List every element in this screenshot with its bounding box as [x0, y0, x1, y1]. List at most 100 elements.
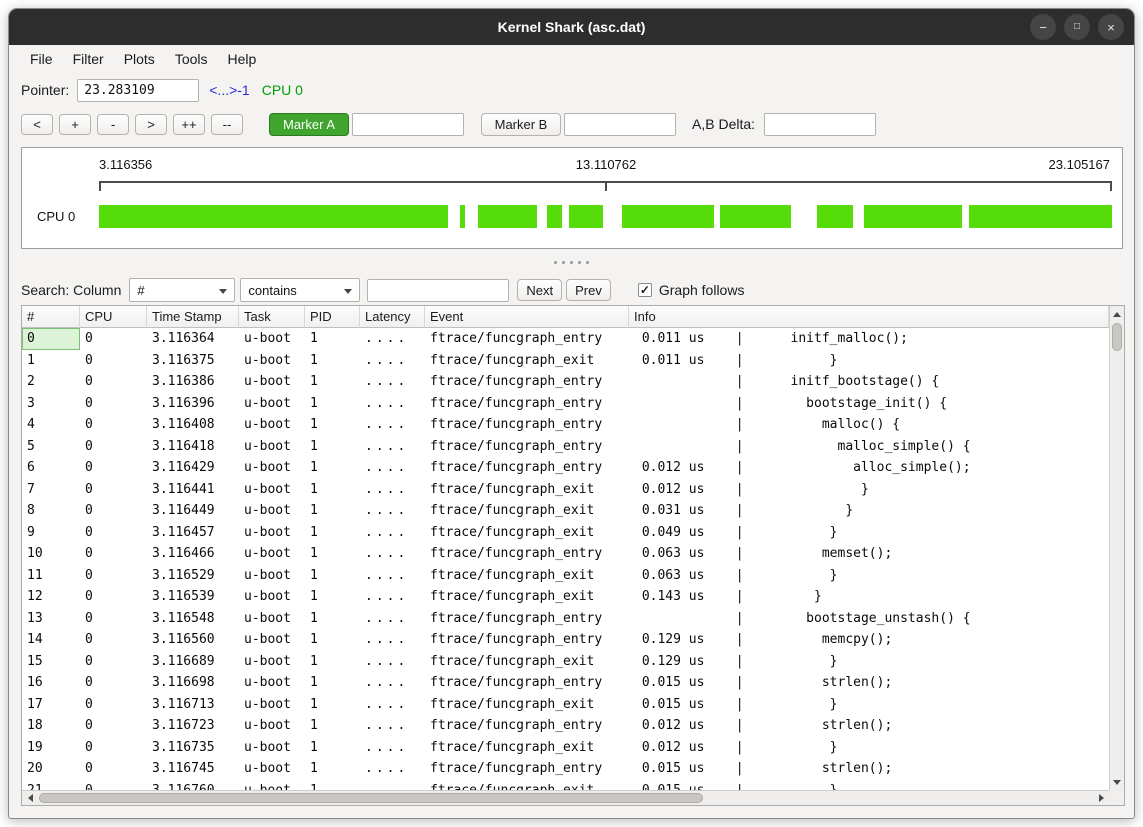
cpu-activity-segment[interactable]	[720, 205, 791, 228]
close-button[interactable]: ×	[1098, 14, 1124, 40]
table-cell: 0.015 us | strlen();	[629, 672, 1109, 694]
cpu-activity-segment[interactable]	[864, 205, 962, 228]
menu-item-plots[interactable]: Plots	[115, 48, 164, 70]
table-cell: u-boot	[239, 629, 305, 651]
table-row[interactable]: 103.116375u-boot1....ftrace/funcgraph_ex…	[22, 350, 1109, 372]
scroll-left-button[interactable]: <	[21, 114, 53, 135]
table-cell: u-boot	[239, 500, 305, 522]
marker-a-button[interactable]: Marker A	[269, 113, 349, 136]
table-row[interactable]: 303.116396u-boot1....ftrace/funcgraph_en…	[22, 393, 1109, 415]
minimize-button[interactable]: −	[1030, 14, 1056, 40]
table-cell: ....	[360, 522, 425, 544]
horizontal-scrollbar-thumb[interactable]	[39, 793, 703, 803]
column-header-pid[interactable]: PID	[305, 306, 360, 328]
menu-item-filter[interactable]: Filter	[64, 48, 113, 70]
chevron-down-icon	[219, 289, 227, 294]
zoom-nav-group: < +-> ++ --	[21, 114, 243, 135]
table-row[interactable]: 1503.116689u-boot1....ftrace/funcgraph_e…	[22, 651, 1109, 673]
table-cell: 2	[22, 371, 80, 393]
splitter-handle[interactable]	[9, 258, 1134, 266]
horizontal-scrollbar[interactable]	[22, 790, 1109, 805]
column-header-task[interactable]: Task	[239, 306, 305, 328]
scroll-left-icon[interactable]	[23, 791, 37, 805]
zoom-in-button[interactable]: +	[59, 114, 91, 135]
table-row[interactable]: 1903.116735u-boot1....ftrace/funcgraph_e…	[22, 737, 1109, 759]
table-cell: ftrace/funcgraph_exit	[425, 651, 629, 673]
table-row[interactable]: 803.116449u-boot1....ftrace/funcgraph_ex…	[22, 500, 1109, 522]
pointer-label: Pointer:	[21, 82, 69, 98]
table-cell: 1	[305, 414, 360, 436]
table-row[interactable]: 1703.116713u-boot1....ftrace/funcgraph_e…	[22, 694, 1109, 716]
zoom-out-button[interactable]: -	[97, 114, 129, 135]
scroll-right-button[interactable]: >	[135, 114, 167, 135]
marker-b-value-field[interactable]	[564, 113, 676, 136]
table-cell: ftrace/funcgraph_exit	[425, 737, 629, 759]
column-header-num[interactable]: #	[22, 306, 80, 328]
table-cell: 21	[22, 780, 80, 791]
graph-time-ruler[interactable]	[99, 181, 1112, 191]
table-row[interactable]: 1403.116560u-boot1....ftrace/funcgraph_e…	[22, 629, 1109, 651]
table-row[interactable]: 1203.116539u-boot1....ftrace/funcgraph_e…	[22, 586, 1109, 608]
table-row[interactable]: 1303.116548u-boot1....ftrace/funcgraph_e…	[22, 608, 1109, 630]
table-cell: 15	[22, 651, 80, 673]
pointer-value-field[interactable]: 23.283109	[77, 79, 199, 102]
search-condition-select[interactable]: contains	[240, 278, 360, 302]
cpu-activity-segment[interactable]	[99, 205, 448, 228]
table-row[interactable]: 1103.116529u-boot1....ftrace/funcgraph_e…	[22, 565, 1109, 587]
zoom-out-fast-button[interactable]: --	[211, 114, 243, 135]
column-header-cpu[interactable]: CPU	[80, 306, 147, 328]
column-header-time-stamp[interactable]: Time Stamp	[147, 306, 239, 328]
cpu-activity-segment[interactable]	[460, 205, 465, 228]
menu-item-help[interactable]: Help	[219, 48, 266, 70]
cpu-activity-segment[interactable]	[969, 205, 1112, 228]
next-button[interactable]: Next	[517, 279, 562, 301]
table-row[interactable]: 203.116386u-boot1....ftrace/funcgraph_en…	[22, 371, 1109, 393]
table-row[interactable]: 2003.116745u-boot1....ftrace/funcgraph_e…	[22, 758, 1109, 780]
table-cell: 0	[80, 500, 147, 522]
column-header-event[interactable]: Event	[425, 306, 629, 328]
cpu-activity-segment[interactable]	[547, 205, 562, 228]
search-column-select[interactable]: #	[129, 278, 235, 302]
menu-item-file[interactable]: File	[21, 48, 62, 70]
maximize-button[interactable]: □	[1064, 14, 1090, 40]
cpu-activity-segment[interactable]	[622, 205, 714, 228]
table-cell: 8	[22, 500, 80, 522]
zoom-in-fast-button[interactable]: ++	[173, 114, 205, 135]
cpu0-activity-plot[interactable]	[99, 205, 1112, 228]
table-cell: 3.116386	[147, 371, 239, 393]
ab-delta-field[interactable]	[764, 113, 876, 136]
marker-b-button[interactable]: Marker B	[481, 113, 561, 136]
table-row[interactable]: 1803.116723u-boot1....ftrace/funcgraph_e…	[22, 715, 1109, 737]
search-input[interactable]	[367, 279, 509, 302]
table-cell: 1	[305, 522, 360, 544]
menu-item-tools[interactable]: Tools	[166, 48, 217, 70]
vertical-scrollbar[interactable]	[1109, 306, 1124, 790]
table-row[interactable]: 903.116457u-boot1....ftrace/funcgraph_ex…	[22, 522, 1109, 544]
table-row[interactable]: 603.116429u-boot1....ftrace/funcgraph_en…	[22, 457, 1109, 479]
table-row[interactable]: 2103.116760u-boot1....ftrace/funcgraph_e…	[22, 780, 1109, 791]
cpu-activity-segment[interactable]	[817, 205, 852, 228]
table-cell: ftrace/funcgraph_entry	[425, 543, 629, 565]
table-row[interactable]: 003.116364u-boot1....ftrace/funcgraph_en…	[22, 328, 1109, 350]
column-header-info[interactable]: Info	[629, 306, 1109, 328]
table-row[interactable]: 503.116418u-boot1....ftrace/funcgraph_en…	[22, 436, 1109, 458]
table-row[interactable]: 703.116441u-boot1....ftrace/funcgraph_ex…	[22, 479, 1109, 501]
table-cell: 3.116408	[147, 414, 239, 436]
table-cell: ....	[360, 586, 425, 608]
table-row[interactable]: 403.116408u-boot1....ftrace/funcgraph_en…	[22, 414, 1109, 436]
cpu0-lane-label: CPU 0	[37, 206, 75, 228]
table-row[interactable]: 1003.116466u-boot1....ftrace/funcgraph_e…	[22, 543, 1109, 565]
table-cell: u-boot	[239, 414, 305, 436]
cpu-activity-segment[interactable]	[569, 205, 603, 228]
scroll-right-icon[interactable]	[1094, 791, 1108, 805]
table-row[interactable]: 1603.116698u-boot1....ftrace/funcgraph_e…	[22, 672, 1109, 694]
scroll-up-icon[interactable]	[1110, 307, 1124, 321]
cpu-activity-segment[interactable]	[478, 205, 537, 228]
marker-a-value-field[interactable]	[352, 113, 464, 136]
scroll-down-icon[interactable]	[1110, 775, 1124, 789]
table-cell: 0	[80, 414, 147, 436]
column-header-latency[interactable]: Latency	[360, 306, 425, 328]
prev-button[interactable]: Prev	[566, 279, 611, 301]
graph-follows-checkbox[interactable]: ✓	[638, 283, 652, 297]
vertical-scrollbar-thumb[interactable]	[1112, 323, 1122, 351]
